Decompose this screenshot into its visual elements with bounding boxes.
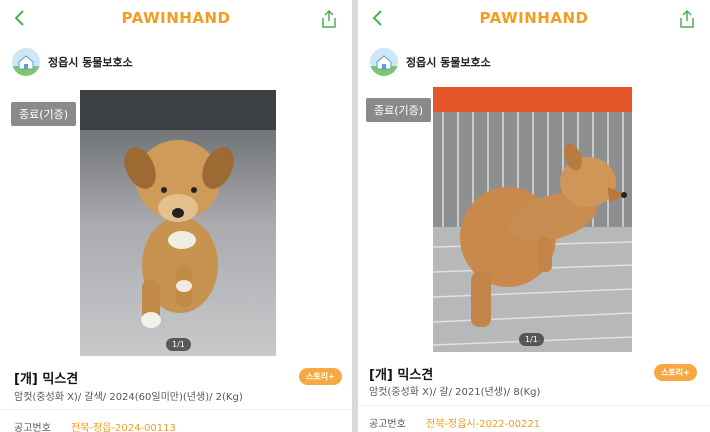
shelter-name: 정읍시 동물보호소 [48, 56, 133, 69]
house-icon [370, 48, 398, 76]
house-icon [12, 48, 40, 76]
story-button[interactable]: 스토리+ [299, 368, 342, 385]
pet-photo[interactable]: 1/1 [433, 87, 632, 352]
app-header: PAWINHAND [0, 0, 352, 36]
shelter-info[interactable]: 정읍시 동물보호소 [370, 48, 491, 76]
notice-number-label: 공고번호 [369, 419, 406, 430]
pet-title: [개] 믹스견 [369, 368, 434, 383]
notice-number-value: 전북-정읍시-2022-00221 [426, 419, 541, 430]
share-icon[interactable] [678, 9, 696, 29]
right-screen: PAWINHAND 정읍시 동물보호소 1/1 종료(기증) [개] 믹스견 스… [358, 0, 710, 432]
share-icon[interactable] [320, 9, 338, 29]
app-header: PAWINHAND [358, 0, 710, 36]
pet-details: 암컷(중성화 X)/ 갈/ 2021(년생)/ 8(Kg) [369, 387, 541, 398]
pet-details: 암컷(중성화 X)/ 갈색/ 2024(60일미만)(년생)/ 2(Kg) [14, 392, 243, 403]
image-counter: 1/1 [519, 333, 544, 346]
image-counter: 1/1 [166, 338, 191, 351]
status-badge: 종료(기증) [11, 102, 77, 126]
pet-title: [개] 믹스견 [14, 372, 79, 387]
divider [358, 405, 710, 406]
divider [0, 409, 352, 410]
story-button[interactable]: 스토리+ [654, 364, 697, 381]
pet-photo[interactable]: 1/1 [80, 90, 276, 356]
left-screen: PAWINHAND 정읍시 동물보호소 1/1 종료(기증) [개] 믹스견 스… [0, 0, 352, 432]
status-badge: 종료(기증) [366, 98, 432, 122]
notice-number-value: 전북-정읍-2024-00113 [71, 423, 176, 432]
notice-number-label: 공고번호 [14, 423, 51, 432]
shelter-name: 정읍시 동물보호소 [406, 56, 491, 69]
brand-logo: PAWINHAND [121, 9, 231, 27]
brand-logo: PAWINHAND [479, 9, 589, 27]
shelter-info[interactable]: 정읍시 동물보호소 [12, 48, 133, 76]
